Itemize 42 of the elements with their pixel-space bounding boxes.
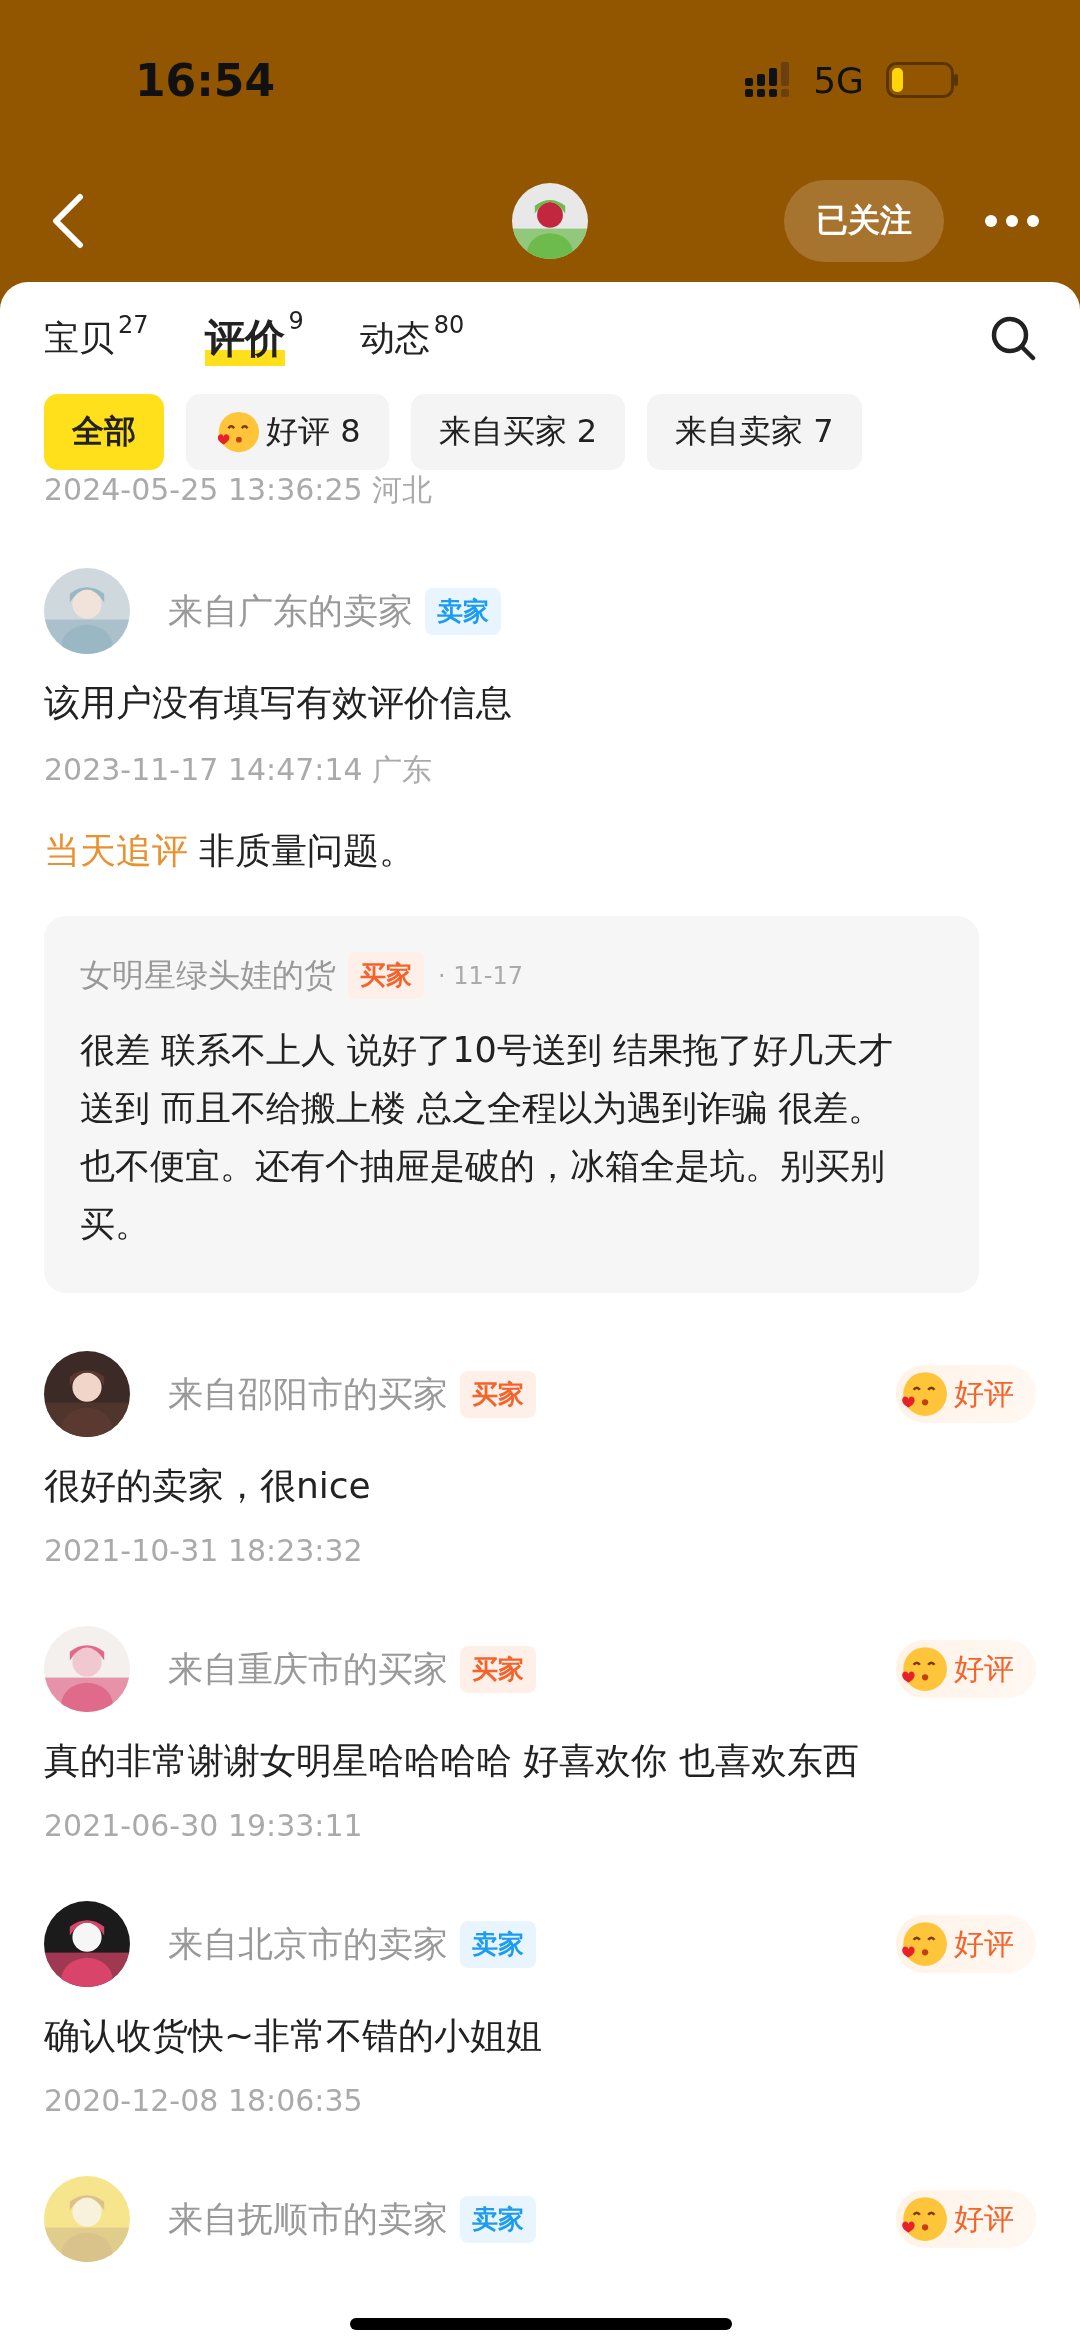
- review-text: 很好的卖家，很nice: [44, 1464, 372, 1508]
- reviewer-name: 女明星绿头娃的货: [80, 954, 336, 996]
- reviewer-name: 来自重庆市的买家: [168, 1647, 448, 1691]
- back-icon[interactable]: [50, 193, 86, 249]
- filter-chip[interactable]: 来自卖家 7: [647, 394, 862, 470]
- tab[interactable]: 动态$^{80}$: [359, 314, 465, 362]
- reviewer-name: 来自广东的卖家: [168, 589, 413, 633]
- reviewer-name: 来自邵阳市的买家: [168, 1372, 448, 1416]
- more-icon[interactable]: [984, 214, 1040, 228]
- review-date: 2021-10-31 18:23:32: [44, 1533, 364, 1568]
- review-date: 2023-11-17 14:47:14 广东: [44, 751, 434, 789]
- role-badge: 卖家: [460, 2195, 536, 2243]
- rating-badge: 好评: [896, 1365, 1036, 1423]
- filter-chip[interactable]: 好评 8: [186, 394, 389, 470]
- rating-badge: 好评: [896, 1915, 1036, 1973]
- rating-badge: 好评: [896, 2190, 1036, 2248]
- review-text: 确认收货快~非常不错的小姐姐: [44, 2014, 544, 2058]
- role-badge: 买家: [460, 1645, 536, 1693]
- role-badge: 卖家: [460, 1920, 536, 1968]
- network-label: 5G: [813, 59, 864, 101]
- review-text: 该用户没有填写有效评价信息: [44, 681, 513, 725]
- filter-chip[interactable]: 来自买家 2: [410, 394, 626, 470]
- status-time: 16:54: [135, 54, 276, 106]
- rating-badge: 好评: [896, 1640, 1036, 1698]
- reviewer-name: 来自北京市的卖家: [168, 1922, 448, 1966]
- tab[interactable]: 宝贝$^{27}$: [44, 314, 149, 362]
- reviewer-name: 来自抚顺市的卖家: [168, 2197, 448, 2241]
- review-date: 2021-06-30 19:33:11: [44, 1808, 364, 1843]
- signal-icon: [745, 62, 792, 98]
- reply-date: · 11-17: [438, 961, 523, 990]
- review-date: 2024-05-25 13:36:25 河北: [44, 471, 434, 509]
- filter-chip[interactable]: 全部: [44, 394, 164, 470]
- search-icon[interactable]: [990, 315, 1036, 361]
- review-text: 真的非常谢谢女明星哈哈哈哈 好喜欢你 也喜欢东西: [44, 1739, 860, 1783]
- role-badge: 买家: [348, 952, 424, 999]
- battery-icon: [886, 62, 960, 98]
- role-badge: 卖家: [425, 587, 501, 635]
- role-badge: 买家: [460, 1370, 536, 1418]
- followup-text: 当天追评 非质量问题。: [44, 829, 417, 873]
- follow-button[interactable]: 已关注: [784, 180, 944, 262]
- review-date: 2020-12-08 18:06:35: [44, 2083, 364, 2118]
- quoted-review-text: 很差 联系不上人 说好了10号送到 结果拖了好几天才送到 而且不给搬上楼 总之全程以为遇到诈骗 很差。也不便宜。还有个抽屉是破的，冰箱全是坑。别买别买。: [80, 1029, 894, 1246]
